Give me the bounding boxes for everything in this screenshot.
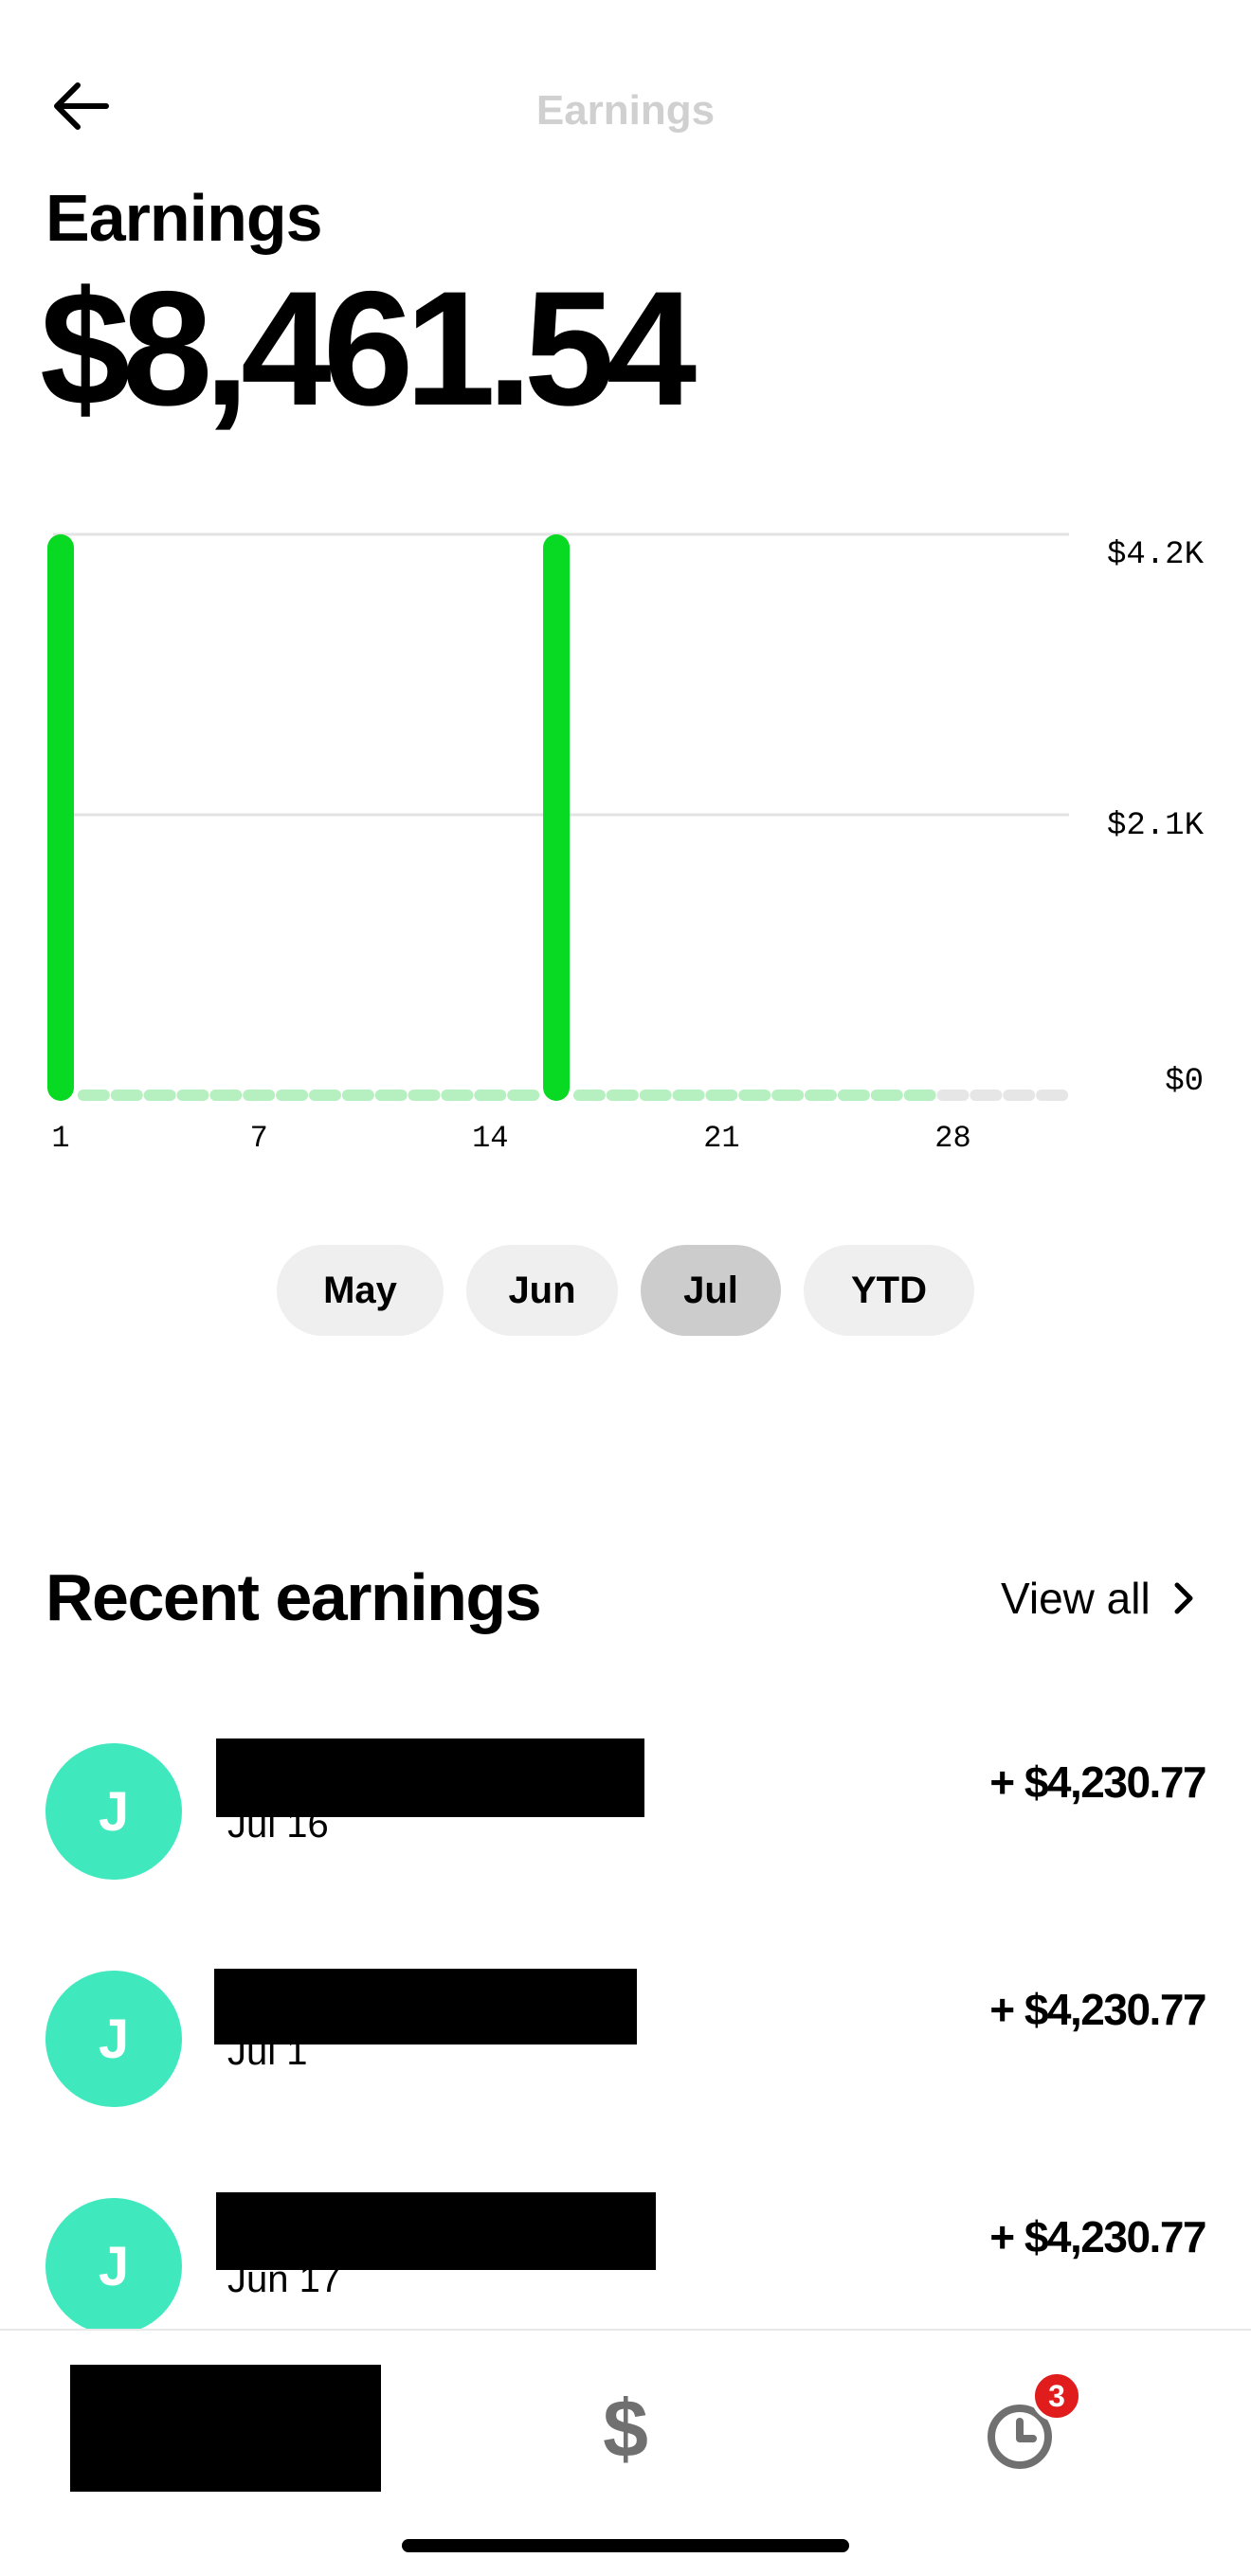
x-tick-label: 28 [934, 1121, 970, 1156]
avatar: J [45, 2198, 182, 2334]
earning-amount: + $4,230.77 [989, 1985, 1206, 2034]
activity-tab[interactable]: 3 [974, 2370, 1088, 2492]
bottom-navigation: $ 3 [0, 2329, 1251, 2576]
earning-row[interactable]: J Jul 1 + $4,230.77 [0, 1933, 1251, 2141]
earning-date: Jul 1 [227, 2031, 308, 2073]
period-jul-button[interactable]: Jul [641, 1245, 781, 1336]
notification-badge: 3 [1031, 2370, 1082, 2422]
redacted-nav-item[interactable] [70, 2365, 381, 2492]
y-tick-label: $2.1K [1107, 808, 1205, 844]
period-jun-button[interactable]: Jun [466, 1245, 618, 1336]
earnings-label: Earnings [45, 181, 323, 255]
earning-row[interactable]: J Jul 16 + $4,230.77 [0, 1705, 1251, 1914]
period-may-button[interactable]: May [277, 1245, 444, 1336]
view-all-link[interactable]: View all [1001, 1573, 1196, 1624]
dollar-icon[interactable]: $ [569, 2372, 682, 2486]
avatar: J [45, 1743, 182, 1880]
y-tick-label: $4.2K [1107, 537, 1205, 573]
earnings-total: $8,461.54 [40, 258, 697, 440]
earnings-chart: $4.2K $2.1K $0 1 7 14 21 28 [0, 512, 1251, 1175]
chevron-right-icon [1174, 1582, 1193, 1614]
y-tick-label: $0 [1165, 1064, 1204, 1100]
avatar: J [45, 1971, 182, 2107]
earning-date: Jul 16 [227, 1804, 329, 1846]
recent-earnings-title: Recent earnings [45, 1560, 542, 1634]
x-tick-label: 14 [472, 1121, 508, 1156]
header-title: Earnings [535, 87, 716, 134]
chart-svg: $4.2K $2.1K $0 1 7 14 21 28 [47, 532, 1205, 1156]
earning-amount: + $4,230.77 [989, 2212, 1206, 2261]
x-tick-label: 21 [703, 1121, 739, 1156]
home-indicator [402, 2539, 849, 2552]
earning-amount: + $4,230.77 [989, 1757, 1206, 1807]
x-tick-label: 1 [51, 1121, 69, 1156]
earning-date: Jun 17 [227, 2259, 342, 2300]
period-ytd-button[interactable]: YTD [804, 1245, 974, 1336]
x-tick-label: 7 [250, 1121, 268, 1156]
view-all-label: View all [1001, 1574, 1151, 1623]
period-selector: May Jun Jul YTD [0, 1245, 1251, 1336]
